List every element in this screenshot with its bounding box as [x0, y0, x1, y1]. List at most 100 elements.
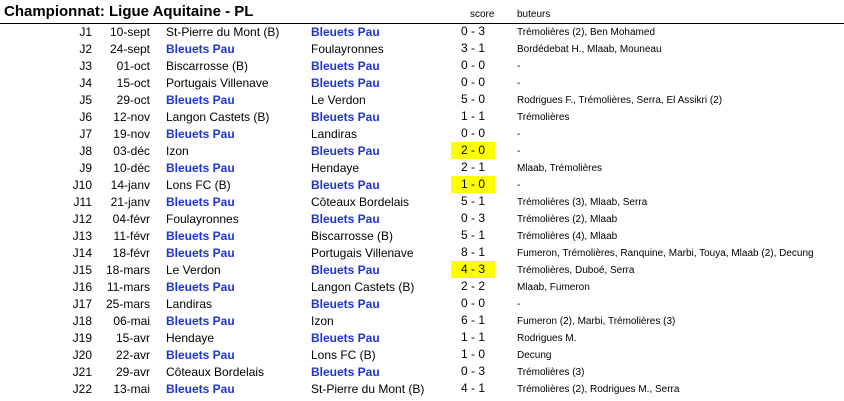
match-date: 14-janv	[110, 178, 150, 192]
score-column-header: score	[470, 9, 495, 20]
match-round: J6	[79, 110, 92, 124]
home-team: Bleuets Pau	[166, 93, 235, 107]
away-team: Bleuets Pau	[311, 144, 380, 158]
match-round: J14	[72, 246, 92, 260]
home-team: St-Pierre du Mont (B)	[166, 25, 280, 39]
results-header: Championnat: Ligue Aquitaine - PL score …	[0, 0, 844, 24]
match-row: J4 15-oct Portugais Villenave Bleuets Pau 0 …	[0, 74, 844, 91]
match-round: J15	[72, 263, 92, 277]
match-score: 2 - 0	[451, 142, 495, 159]
match-row: J20 22-avr Bleuets Pau Lons FC (B) 1 - 0 Decu…	[0, 346, 844, 363]
home-team: Bleuets Pau	[166, 314, 235, 328]
away-team: Lons FC (B)	[311, 348, 376, 362]
match-results-table: J1 10-sept St-Pierre du Mont (B) Bleuets Pa…	[0, 23, 844, 397]
match-scorers: Trémolières, Duboé, Serra	[517, 265, 635, 276]
match-round: J16	[72, 280, 92, 294]
match-round: J10	[72, 178, 92, 192]
page-title: Championnat: Ligue Aquitaine - PL	[4, 3, 254, 20]
match-round: J4	[79, 76, 92, 90]
match-score: 1 - 1	[460, 330, 485, 344]
match-score: 5 - 0	[460, 92, 485, 106]
away-team: Côteaux Bordelais	[311, 195, 410, 209]
match-scorers: Fumeron (2), Marbi, Trémolières (3)	[517, 316, 676, 327]
match-score: 0 - 3	[460, 24, 485, 38]
away-team: Bleuets Pau	[311, 59, 380, 73]
home-team: Côteaux Bordelais	[166, 365, 265, 379]
match-row: J2 24-sept Bleuets Pau Foulayronnes 3 - 1 Bor…	[0, 40, 844, 57]
match-score: 1 - 0	[451, 176, 495, 193]
away-team: Hendaye	[311, 161, 360, 175]
home-team: Landiras	[166, 297, 213, 311]
match-scorers: Fumeron, Trémolières, Ranquine, Marbi, T…	[517, 248, 814, 259]
away-team: Bleuets Pau	[311, 212, 380, 226]
away-team: Bleuets Pau	[311, 331, 380, 345]
home-team: Bleuets Pau	[166, 382, 235, 396]
match-round: J1	[79, 25, 92, 39]
match-scorers: -	[517, 180, 521, 191]
match-scorers: Decung	[517, 350, 552, 361]
away-team: Bleuets Pau	[311, 263, 380, 277]
away-team: Langon Castets (B)	[311, 280, 415, 294]
match-date: 10-sept	[109, 25, 150, 39]
home-team: Biscarrosse (B)	[166, 59, 249, 73]
match-row: J21 29-avr Côteaux Bordelais Bleuets Pau 0 -…	[0, 363, 844, 380]
match-date: 03-déc	[113, 144, 150, 158]
match-row: J16 11-mars Bleuets Pau Langon Castets (B) 2…	[0, 278, 844, 295]
away-team: Bleuets Pau	[311, 76, 380, 90]
away-team: Izon	[311, 314, 334, 328]
match-round: J20	[72, 348, 92, 362]
match-score: 0 - 0	[460, 75, 485, 89]
match-row: J9 10-déc Bleuets Pau Hendaye 2 - 1 Mlaab, Tr…	[0, 159, 844, 176]
match-round: J12	[72, 212, 92, 226]
match-score: 8 - 1	[460, 245, 485, 259]
match-scorers: -	[517, 61, 521, 72]
match-row: J19 15-avr Hendaye Bleuets Pau 1 - 1 Rodrigue…	[0, 329, 844, 346]
match-score: 0 - 0	[460, 126, 485, 140]
match-date: 25-mars	[105, 297, 150, 311]
match-row: J1 10-sept St-Pierre du Mont (B) Bleuets Pa…	[0, 23, 844, 40]
match-scorers: Trémolières (3)	[517, 367, 585, 378]
home-team: Le Verdon	[166, 263, 221, 277]
match-row: J15 18-mars Le Verdon Bleuets Pau 4 - 3 Trémo…	[0, 261, 844, 278]
match-score: 0 - 3	[460, 211, 485, 225]
match-score: 4 - 3	[451, 261, 495, 278]
match-scorers: -	[517, 78, 521, 89]
match-scorers: Rodrigues M.	[517, 333, 577, 344]
match-date: 15-oct	[116, 76, 150, 90]
away-team: St-Pierre du Mont (B)	[311, 382, 425, 396]
match-date: 11-févr	[113, 229, 150, 243]
match-date: 29-oct	[116, 93, 150, 107]
home-team: Bleuets Pau	[166, 348, 235, 362]
match-row: J22 13-mai Bleuets Pau St-Pierre du Mont (B…	[0, 380, 844, 397]
match-scorers: Trémolières	[517, 112, 570, 123]
match-round: J5	[79, 93, 92, 107]
match-score: 5 - 1	[460, 228, 485, 242]
home-team: Bleuets Pau	[166, 161, 235, 175]
match-date: 12-nov	[113, 110, 150, 124]
match-round: J2	[79, 42, 92, 56]
match-score: 4 - 1	[460, 381, 485, 395]
match-date: 29-avr	[115, 365, 150, 379]
away-team: Bleuets Pau	[311, 297, 380, 311]
match-date: 11-mars	[106, 280, 150, 294]
home-team: Bleuets Pau	[166, 229, 235, 243]
match-date: 15-avr	[115, 331, 150, 345]
away-team: Landiras	[311, 127, 358, 141]
match-row: J12 04-févr Foulayronnes Bleuets Pau 0 - 3 Tr…	[0, 210, 844, 227]
match-date: 13-mai	[113, 382, 150, 396]
match-scorers: Trémolières (2), Mlaab	[517, 214, 618, 225]
match-date: 01-oct	[116, 59, 150, 73]
home-team: Bleuets Pau	[166, 280, 235, 294]
match-date: 04-févr	[112, 212, 150, 226]
match-score: 2 - 2	[460, 279, 485, 293]
match-scorers: -	[517, 129, 521, 140]
match-row: J7 19-nov Bleuets Pau Landiras 0 - 0 -	[0, 125, 844, 142]
match-score: 3 - 1	[460, 41, 485, 55]
away-team: Bleuets Pau	[311, 365, 380, 379]
home-team: Lons FC (B)	[166, 178, 231, 192]
match-round: J13	[72, 229, 92, 243]
match-row: J8 03-déc Izon Bleuets Pau 2 - 0 -	[0, 142, 844, 159]
match-date: 19-nov	[113, 127, 150, 141]
away-team: Biscarrosse (B)	[311, 229, 394, 243]
match-row: J14 18-févr Bleuets Pau Portugais Villenave…	[0, 244, 844, 261]
